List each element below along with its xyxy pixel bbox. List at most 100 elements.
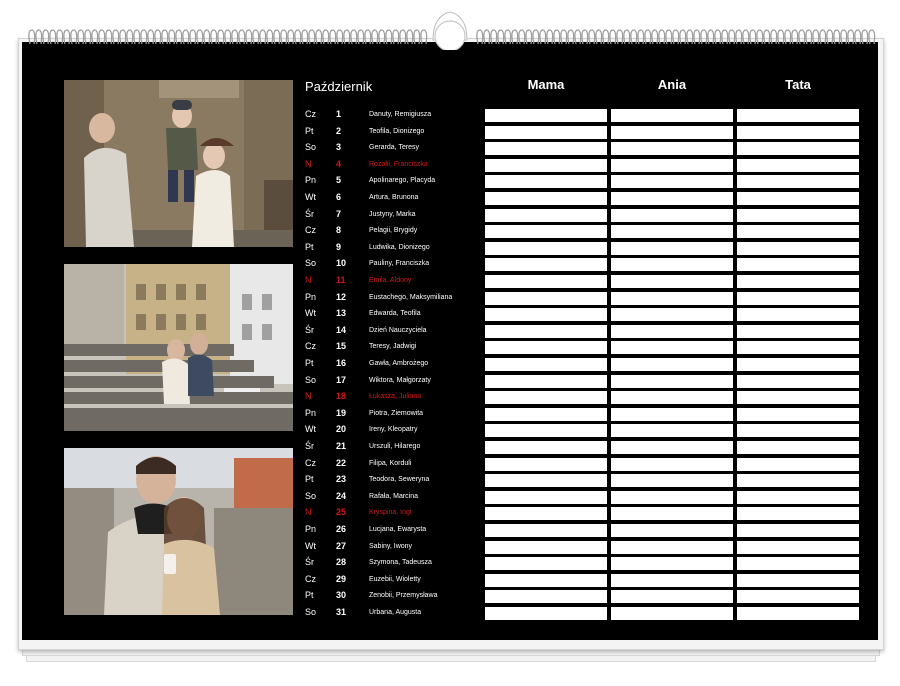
writing-cell-ania[interactable] — [611, 242, 733, 255]
writing-cell-mama[interactable] — [485, 507, 607, 520]
writing-cell-tata[interactable] — [737, 507, 859, 520]
writing-cell-ania[interactable] — [611, 209, 733, 222]
writing-cell-ania[interactable] — [611, 225, 733, 238]
writing-cell-mama[interactable] — [485, 424, 607, 437]
day-of-week: Pt — [305, 590, 314, 600]
writing-cell-ania[interactable] — [611, 341, 733, 354]
writing-cell-tata[interactable] — [737, 607, 859, 620]
writing-cell-mama[interactable] — [485, 225, 607, 238]
writing-cell-ania[interactable] — [611, 574, 733, 587]
writing-cell-mama[interactable] — [485, 358, 607, 371]
writing-cell-tata[interactable] — [737, 557, 859, 570]
writing-cell-tata[interactable] — [737, 275, 859, 288]
writing-cell-ania[interactable] — [611, 474, 733, 487]
writing-cell-mama[interactable] — [485, 175, 607, 188]
writing-cell-ania[interactable] — [611, 358, 733, 371]
day-row: Cz 1 Danuty, Remigiusza — [300, 108, 475, 121]
writing-cell-ania[interactable] — [611, 590, 733, 603]
writing-cell-mama[interactable] — [485, 242, 607, 255]
writing-cell-tata[interactable] — [737, 109, 859, 122]
writing-cell-tata[interactable] — [737, 458, 859, 471]
writing-cell-ania[interactable] — [611, 275, 733, 288]
writing-cell-mama[interactable] — [485, 441, 607, 454]
day-of-week: Cz — [305, 574, 316, 584]
writing-cell-ania[interactable] — [611, 325, 733, 338]
writing-cell-mama[interactable] — [485, 458, 607, 471]
writing-cell-mama[interactable] — [485, 574, 607, 587]
day-of-week: Cz — [305, 458, 316, 468]
writing-cell-ania[interactable] — [611, 192, 733, 205]
writing-cell-tata[interactable] — [737, 258, 859, 271]
writing-cell-ania[interactable] — [611, 109, 733, 122]
writing-cell-tata[interactable] — [737, 308, 859, 321]
writing-cell-tata[interactable] — [737, 441, 859, 454]
writing-cell-tata[interactable] — [737, 209, 859, 222]
writing-cell-mama[interactable] — [485, 192, 607, 205]
writing-cell-mama[interactable] — [485, 341, 607, 354]
writing-cell-tata[interactable] — [737, 292, 859, 305]
writing-cell-tata[interactable] — [737, 159, 859, 172]
writing-cell-tata[interactable] — [737, 358, 859, 371]
writing-cell-mama[interactable] — [485, 292, 607, 305]
writing-cell-tata[interactable] — [737, 391, 859, 404]
writing-cell-mama[interactable] — [485, 541, 607, 554]
writing-cell-tata[interactable] — [737, 474, 859, 487]
writing-cell-tata[interactable] — [737, 590, 859, 603]
writing-cell-ania[interactable] — [611, 491, 733, 504]
name-day: Łukasza, Juliana — [369, 393, 422, 400]
writing-cell-mama[interactable] — [485, 375, 607, 388]
writing-cell-mama[interactable] — [485, 142, 607, 155]
writing-cell-ania[interactable] — [611, 126, 733, 139]
writing-cell-ania[interactable] — [611, 408, 733, 421]
writing-cell-ania[interactable] — [611, 458, 733, 471]
writing-cell-ania[interactable] — [611, 159, 733, 172]
writing-cell-mama[interactable] — [485, 308, 607, 321]
day-of-week: Cz — [305, 225, 316, 235]
writing-cell-tata[interactable] — [737, 408, 859, 421]
writing-cell-ania[interactable] — [611, 541, 733, 554]
writing-cell-tata[interactable] — [737, 574, 859, 587]
writing-cell-ania[interactable] — [611, 175, 733, 188]
writing-cell-mama[interactable] — [485, 391, 607, 404]
writing-cell-ania[interactable] — [611, 142, 733, 155]
writing-cell-tata[interactable] — [737, 192, 859, 205]
writing-cell-ania[interactable] — [611, 391, 733, 404]
writing-cell-ania[interactable] — [611, 292, 733, 305]
writing-cell-tata[interactable] — [737, 491, 859, 504]
writing-cell-ania[interactable] — [611, 308, 733, 321]
writing-cell-ania[interactable] — [611, 607, 733, 620]
writing-cell-ania[interactable] — [611, 375, 733, 388]
writing-cell-tata[interactable] — [737, 424, 859, 437]
writing-cell-mama[interactable] — [485, 607, 607, 620]
writing-cell-tata[interactable] — [737, 341, 859, 354]
writing-cell-tata[interactable] — [737, 126, 859, 139]
writing-cell-mama[interactable] — [485, 109, 607, 122]
writing-cell-mama[interactable] — [485, 474, 607, 487]
writing-cell-mama[interactable] — [485, 557, 607, 570]
writing-cell-mama[interactable] — [485, 159, 607, 172]
writing-cell-ania[interactable] — [611, 557, 733, 570]
writing-cell-tata[interactable] — [737, 175, 859, 188]
writing-cell-tata[interactable] — [737, 242, 859, 255]
day-number: 5 — [336, 175, 342, 185]
writing-cell-tata[interactable] — [737, 541, 859, 554]
writing-cell-ania[interactable] — [611, 441, 733, 454]
writing-cell-mama[interactable] — [485, 408, 607, 421]
writing-cell-ania[interactable] — [611, 507, 733, 520]
writing-cell-mama[interactable] — [485, 524, 607, 537]
writing-cell-ania[interactable] — [611, 524, 733, 537]
writing-cell-ania[interactable] — [611, 424, 733, 437]
writing-cell-tata[interactable] — [737, 524, 859, 537]
writing-cell-mama[interactable] — [485, 275, 607, 288]
writing-cell-ania[interactable] — [611, 258, 733, 271]
writing-cell-tata[interactable] — [737, 325, 859, 338]
writing-cell-mama[interactable] — [485, 209, 607, 222]
writing-cell-mama[interactable] — [485, 590, 607, 603]
writing-cell-tata[interactable] — [737, 225, 859, 238]
writing-cell-tata[interactable] — [737, 375, 859, 388]
writing-cell-mama[interactable] — [485, 258, 607, 271]
writing-cell-tata[interactable] — [737, 142, 859, 155]
writing-cell-mama[interactable] — [485, 325, 607, 338]
writing-cell-mama[interactable] — [485, 491, 607, 504]
writing-cell-mama[interactable] — [485, 126, 607, 139]
